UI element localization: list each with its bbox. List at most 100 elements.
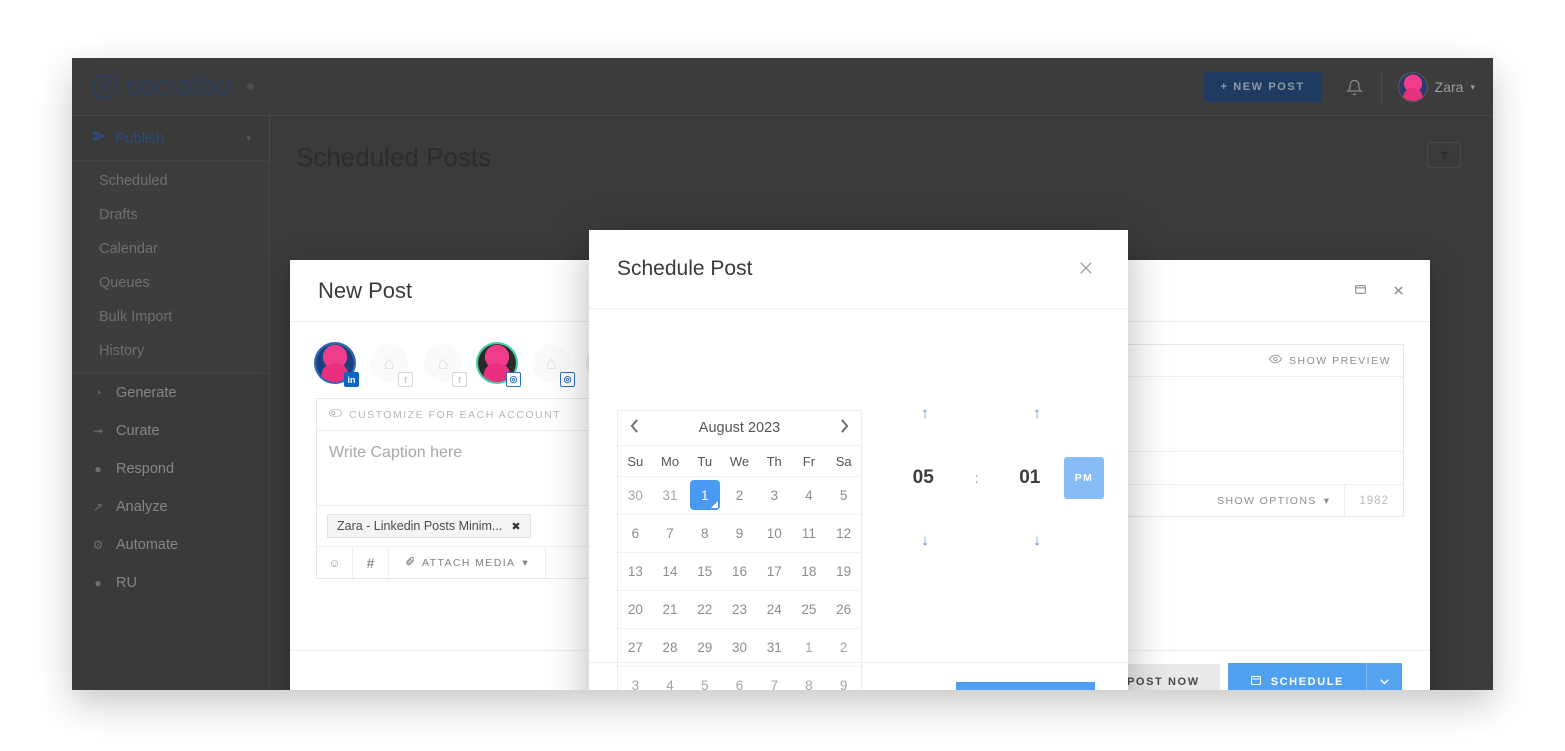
calendar-day[interactable]: 3: [757, 477, 792, 514]
calendar-day[interactable]: 30: [618, 477, 653, 514]
calendar-day[interactable]: 30: [722, 629, 757, 666]
calendar-day[interactable]: 27: [618, 629, 653, 666]
top-bar: S socialbu + NEW POST Zara ▾: [72, 58, 1493, 116]
sidebar-subitem-drafts[interactable]: Drafts: [72, 198, 269, 232]
brand-logo[interactable]: S socialbu: [94, 71, 255, 102]
calendar-week-row: 27 28 29 30 31 1 2: [618, 628, 861, 666]
calendar-day[interactable]: 23: [722, 591, 757, 628]
account-thumbnail-icon: ⌂: [437, 352, 449, 373]
calendar-day[interactable]: 18: [792, 553, 827, 590]
sidebar-subitem-history[interactable]: History: [72, 334, 269, 368]
sidebar-item-generate[interactable]: ◔ Generate: [72, 374, 269, 412]
filter-icon[interactable]: [1427, 142, 1461, 168]
calendar-day[interactable]: 28: [653, 629, 688, 666]
calendar-week-row: 13 14 15 16 17 18 19: [618, 552, 861, 590]
sidebar-item-publish[interactable]: Publish ▾: [72, 116, 269, 160]
show-options-button[interactable]: SHOW OPTIONS ▾: [1203, 485, 1344, 516]
calendar-day[interactable]: 13: [618, 553, 653, 590]
tag-chip-label: Zara - Linkedin Posts Minim...: [337, 519, 503, 533]
minute-value[interactable]: 01: [996, 467, 1065, 489]
schedule-label: SCHEDULE: [1270, 675, 1344, 688]
calendar-day[interactable]: 25: [792, 591, 827, 628]
bell-icon[interactable]: [1345, 79, 1363, 96]
calendar-weekday-tu: Tu: [697, 453, 713, 469]
meridiem-toggle-button[interactable]: PM: [1064, 457, 1104, 499]
calendar-day[interactable]: 2: [826, 629, 861, 666]
calendar-day[interactable]: 31: [653, 477, 688, 514]
calendar-weekday-su: Su: [627, 453, 644, 469]
calendar-day[interactable]: 20: [618, 591, 653, 628]
account-zara-linkedin[interactable]: in: [316, 344, 359, 387]
calendar-weekday-we: We: [729, 453, 750, 469]
close-icon[interactable]: [1393, 283, 1404, 299]
sidebar-item-analyze[interactable]: ↗ Analyze: [72, 488, 269, 526]
sidebar-subitem-scheduled[interactable]: Scheduled: [72, 164, 269, 198]
calendar-day[interactable]: 12: [826, 515, 861, 552]
sidebar-subitem-bulk-import[interactable]: Bulk Import: [72, 300, 269, 334]
date-picker-calendar: August 2023 Su Mo Tu We Th Fr Sa 30 31 1 2 3 4 5 6 7 8 9…: [617, 410, 862, 690]
tag-chip[interactable]: Zara - Linkedin Posts Minim... ✖: [327, 514, 531, 538]
schedule-modal-footer: SCHEDULE: [589, 662, 1128, 690]
attach-media-button[interactable]: ATTACH MEDIA ▾: [389, 547, 547, 578]
account-taj-instagram[interactable]: ⌂ ◎: [532, 344, 575, 387]
sidebar-subitem-queues[interactable]: Queues: [72, 266, 269, 300]
calendar-day[interactable]: 10: [757, 515, 792, 552]
calendar-day[interactable]: 19: [826, 553, 861, 590]
schedule-button[interactable]: SCHEDULE: [1227, 663, 1366, 690]
minute-increment-button[interactable]: ↑: [1033, 405, 1041, 422]
customize-label: CUSTOMIZE FOR EACH ACCOUNT: [349, 408, 562, 421]
hour-increment-button[interactable]: ↑: [921, 405, 929, 422]
chat-icon: ●: [94, 462, 102, 476]
calendar-day[interactable]: 15: [687, 553, 722, 590]
sidebar-item-automate[interactable]: ⚙ Automate: [72, 526, 269, 564]
emoji-icon[interactable]: ☺: [317, 547, 353, 578]
calendar-day[interactable]: 6: [618, 515, 653, 552]
calendar-day[interactable]: 22: [687, 591, 722, 628]
chevron-left-icon[interactable]: [630, 419, 639, 437]
calendar-day[interactable]: 1: [792, 629, 827, 666]
calendar-day[interactable]: 2: [722, 477, 757, 514]
restore-window-icon[interactable]: [1354, 283, 1367, 299]
calendar-day[interactable]: 29: [687, 629, 722, 666]
calendar-day[interactable]: 16: [722, 553, 757, 590]
calendar-day-selected[interactable]: 1: [689, 480, 720, 510]
sidebar-item-label: Curate: [116, 423, 160, 439]
sidebar-main-items: ◔ Generate ⇝ Curate ● Respond ↗ Analyze ⚙ Automat…: [72, 374, 269, 602]
minute-decrement-button[interactable]: ↓: [1033, 532, 1041, 549]
sidebar-item-curate[interactable]: ⇝ Curate: [72, 412, 269, 450]
chevron-right-icon[interactable]: [840, 419, 849, 437]
calendar-day[interactable]: 4: [792, 477, 827, 514]
calendar-day[interactable]: 8: [687, 515, 722, 552]
calendar-day[interactable]: 7: [653, 515, 688, 552]
schedule-confirm-button[interactable]: SCHEDULE: [955, 682, 1095, 690]
top-bar-right: + NEW POST Zara ▾: [1203, 58, 1475, 116]
calendar-day[interactable]: 11: [792, 515, 827, 552]
sidebar-item-ru[interactable]: ● RU: [72, 564, 269, 602]
close-icon[interactable]: ✖: [511, 520, 520, 533]
calendar-day[interactable]: 21: [653, 591, 688, 628]
time-picker-increment-row: ↑ ↑: [889, 405, 1104, 423]
calendar-day[interactable]: 31: [757, 629, 792, 666]
instagram-badge-icon: ◎: [506, 372, 521, 387]
new-post-button[interactable]: + NEW POST: [1203, 72, 1322, 102]
calendar-day[interactable]: 9: [722, 515, 757, 552]
schedule-dropdown-button[interactable]: [1366, 663, 1402, 690]
calendar-day[interactable]: 5: [826, 477, 861, 514]
close-icon[interactable]: [1078, 260, 1094, 279]
calendar-day[interactable]: 17: [757, 553, 792, 590]
user-menu[interactable]: Zara ▾: [1380, 70, 1475, 104]
hour-decrement-button[interactable]: ↓: [921, 532, 929, 549]
calendar-week-row: 20 21 22 23 24 25 26: [618, 590, 861, 628]
chevron-down-icon: ▾: [1470, 81, 1475, 92]
calendar-day[interactable]: 24: [757, 591, 792, 628]
hashtag-icon[interactable]: #: [353, 547, 389, 578]
sidebar-item-respond[interactable]: ● Respond: [72, 450, 269, 488]
account-zara-instagram[interactable]: ◎: [478, 344, 521, 387]
sidebar-subitem-calendar[interactable]: Calendar: [72, 232, 269, 266]
account-zaratales-facebook[interactable]: ⌂ f: [370, 344, 413, 387]
account-page-facebook[interactable]: ⌂ f: [424, 344, 467, 387]
user-name: Zara: [1434, 79, 1464, 95]
calendar-day[interactable]: 26: [826, 591, 861, 628]
hour-value[interactable]: 05: [889, 467, 958, 489]
calendar-day[interactable]: 14: [653, 553, 688, 590]
